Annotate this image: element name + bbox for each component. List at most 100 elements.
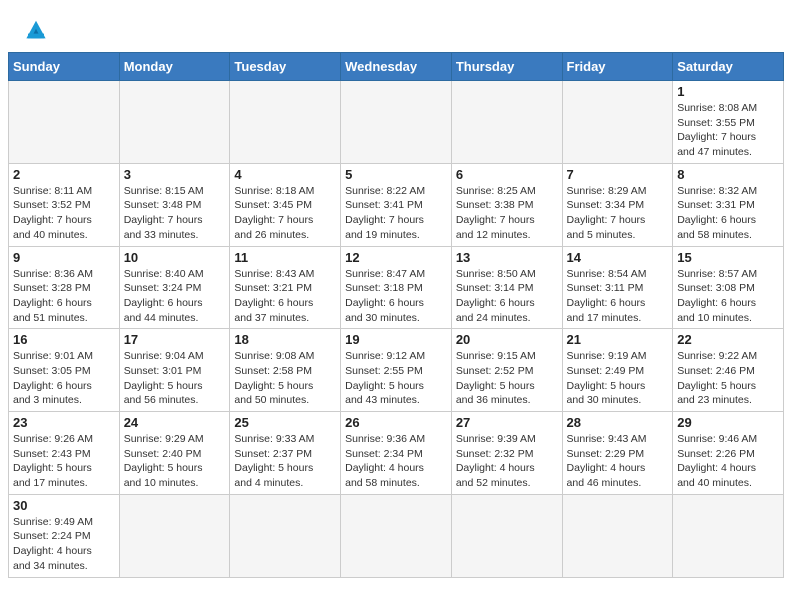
- day-info: Sunrise: 9:43 AM Sunset: 2:29 PM Dayligh…: [567, 432, 669, 491]
- week-row-0: 1 Sunrise: 8:08 AM Sunset: 3:55 PM Daylig…: [9, 81, 784, 164]
- calendar-cell: 20Sunrise: 9:15 AM Sunset: 2:52 PM Dayli…: [451, 329, 562, 412]
- calendar-cell: 23 Sunrise: 9:26 AM Sunset: 2:43 PM Dayli…: [9, 412, 120, 495]
- calendar-wrapper: SundayMondayTuesdayWednesdayThursdayFrid…: [0, 52, 792, 586]
- week-row-2: 9 Sunrise: 8:36 AM Sunset: 3:28 PM Daylig…: [9, 246, 784, 329]
- day-number: 28: [567, 415, 669, 430]
- calendar-cell: 27Sunrise: 9:39 AM Sunset: 2:32 PM Dayli…: [451, 412, 562, 495]
- calendar-cell: [230, 494, 341, 577]
- day-number: 17: [124, 332, 226, 347]
- calendar-cell: [562, 81, 673, 164]
- calendar-cell: [341, 81, 452, 164]
- day-number: 16: [13, 332, 115, 347]
- day-info: Sunrise: 9:12 AM Sunset: 2:55 PM Dayligh…: [345, 349, 447, 408]
- day-info: Sunrise: 8:18 AM Sunset: 3:45 PM Dayligh…: [234, 184, 336, 243]
- weekday-header-monday: Monday: [119, 53, 230, 81]
- calendar-cell: 10Sunrise: 8:40 AM Sunset: 3:24 PM Dayli…: [119, 246, 230, 329]
- calendar-cell: [673, 494, 784, 577]
- weekday-header-wednesday: Wednesday: [341, 53, 452, 81]
- calendar-cell: 18 Sunrise: 9:08 AM Sunset: 2:58 PM Dayli…: [230, 329, 341, 412]
- calendar-cell: [230, 81, 341, 164]
- calendar-cell: 1 Sunrise: 8:08 AM Sunset: 3:55 PM Daylig…: [673, 81, 784, 164]
- day-number: 3: [124, 167, 226, 182]
- day-info: Sunrise: 8:08 AM Sunset: 3:55 PM Dayligh…: [677, 101, 779, 160]
- day-info: Sunrise: 9:26 AM Sunset: 2:43 PM Dayligh…: [13, 432, 115, 491]
- day-number: 5: [345, 167, 447, 182]
- calendar-cell: 25 Sunrise: 9:33 AM Sunset: 2:37 PM Dayli…: [230, 412, 341, 495]
- day-number: 25: [234, 415, 336, 430]
- day-info: Sunrise: 8:29 AM Sunset: 3:34 PM Dayligh…: [567, 184, 669, 243]
- weekday-header-tuesday: Tuesday: [230, 53, 341, 81]
- day-number: 15: [677, 250, 779, 265]
- calendar-cell: [119, 81, 230, 164]
- calendar-cell: 22 Sunrise: 9:22 AM Sunset: 2:46 PM Dayli…: [673, 329, 784, 412]
- calendar-cell: 17Sunrise: 9:04 AM Sunset: 3:01 PM Dayli…: [119, 329, 230, 412]
- day-number: 9: [13, 250, 115, 265]
- day-number: 22: [677, 332, 779, 347]
- calendar-cell: 29 Sunrise: 9:46 AM Sunset: 2:26 PM Dayli…: [673, 412, 784, 495]
- weekday-header-friday: Friday: [562, 53, 673, 81]
- weekday-header-saturday: Saturday: [673, 53, 784, 81]
- day-number: 8: [677, 167, 779, 182]
- calendar-cell: 6Sunrise: 8:25 AM Sunset: 3:38 PM Daylig…: [451, 163, 562, 246]
- day-number: 7: [567, 167, 669, 182]
- day-number: 21: [567, 332, 669, 347]
- day-info: Sunrise: 9:15 AM Sunset: 2:52 PM Dayligh…: [456, 349, 558, 408]
- calendar-cell: 13 Sunrise: 8:50 AM Sunset: 3:14 PM Dayli…: [451, 246, 562, 329]
- day-info: Sunrise: 8:15 AM Sunset: 3:48 PM Dayligh…: [124, 184, 226, 243]
- calendar-cell: 12Sunrise: 8:47 AM Sunset: 3:18 PM Dayli…: [341, 246, 452, 329]
- day-info: Sunrise: 9:36 AM Sunset: 2:34 PM Dayligh…: [345, 432, 447, 491]
- calendar-cell: [9, 81, 120, 164]
- day-info: Sunrise: 9:08 AM Sunset: 2:58 PM Dayligh…: [234, 349, 336, 408]
- weekday-header-row: SundayMondayTuesdayWednesdayThursdayFrid…: [9, 53, 784, 81]
- day-number: 1: [677, 84, 779, 99]
- day-number: 29: [677, 415, 779, 430]
- day-info: Sunrise: 9:33 AM Sunset: 2:37 PM Dayligh…: [234, 432, 336, 491]
- day-number: 23: [13, 415, 115, 430]
- day-info: Sunrise: 8:25 AM Sunset: 3:38 PM Dayligh…: [456, 184, 558, 243]
- week-row-3: 16Sunrise: 9:01 AM Sunset: 3:05 PM Dayli…: [9, 329, 784, 412]
- day-info: Sunrise: 8:36 AM Sunset: 3:28 PM Dayligh…: [13, 267, 115, 326]
- day-number: 14: [567, 250, 669, 265]
- day-info: Sunrise: 8:22 AM Sunset: 3:41 PM Dayligh…: [345, 184, 447, 243]
- calendar-cell: 8Sunrise: 8:32 AM Sunset: 3:31 PM Daylig…: [673, 163, 784, 246]
- calendar-cell: 9 Sunrise: 8:36 AM Sunset: 3:28 PM Daylig…: [9, 246, 120, 329]
- day-number: 2: [13, 167, 115, 182]
- day-info: Sunrise: 9:46 AM Sunset: 2:26 PM Dayligh…: [677, 432, 779, 491]
- calendar-cell: 15 Sunrise: 8:57 AM Sunset: 3:08 PM Dayli…: [673, 246, 784, 329]
- day-number: 26: [345, 415, 447, 430]
- calendar-cell: [451, 81, 562, 164]
- logo: [20, 16, 56, 44]
- day-number: 4: [234, 167, 336, 182]
- calendar-cell: 26 Sunrise: 9:36 AM Sunset: 2:34 PM Dayli…: [341, 412, 452, 495]
- calendar: SundayMondayTuesdayWednesdayThursdayFrid…: [8, 52, 784, 578]
- calendar-cell: 19Sunrise: 9:12 AM Sunset: 2:55 PM Dayli…: [341, 329, 452, 412]
- calendar-cell: 21 Sunrise: 9:19 AM Sunset: 2:49 PM Dayli…: [562, 329, 673, 412]
- day-info: Sunrise: 9:49 AM Sunset: 2:24 PM Dayligh…: [13, 515, 115, 574]
- day-info: Sunrise: 9:39 AM Sunset: 2:32 PM Dayligh…: [456, 432, 558, 491]
- day-number: 13: [456, 250, 558, 265]
- day-info: Sunrise: 9:19 AM Sunset: 2:49 PM Dayligh…: [567, 349, 669, 408]
- logo-icon: [20, 16, 52, 44]
- day-info: Sunrise: 8:50 AM Sunset: 3:14 PM Dayligh…: [456, 267, 558, 326]
- day-info: Sunrise: 9:22 AM Sunset: 2:46 PM Dayligh…: [677, 349, 779, 408]
- calendar-cell: [341, 494, 452, 577]
- calendar-cell: [562, 494, 673, 577]
- calendar-cell: 16Sunrise: 9:01 AM Sunset: 3:05 PM Dayli…: [9, 329, 120, 412]
- header: [0, 0, 792, 52]
- calendar-cell: 11Sunrise: 8:43 AM Sunset: 3:21 PM Dayli…: [230, 246, 341, 329]
- calendar-cell: 24Sunrise: 9:29 AM Sunset: 2:40 PM Dayli…: [119, 412, 230, 495]
- day-info: Sunrise: 8:57 AM Sunset: 3:08 PM Dayligh…: [677, 267, 779, 326]
- day-number: 18: [234, 332, 336, 347]
- calendar-cell: 7 Sunrise: 8:29 AM Sunset: 3:34 PM Daylig…: [562, 163, 673, 246]
- page: SundayMondayTuesdayWednesdayThursdayFrid…: [0, 0, 792, 612]
- day-info: Sunrise: 8:11 AM Sunset: 3:52 PM Dayligh…: [13, 184, 115, 243]
- day-number: 24: [124, 415, 226, 430]
- calendar-cell: [451, 494, 562, 577]
- weekday-header-sunday: Sunday: [9, 53, 120, 81]
- calendar-cell: 30Sunrise: 9:49 AM Sunset: 2:24 PM Dayli…: [9, 494, 120, 577]
- calendar-cell: 5 Sunrise: 8:22 AM Sunset: 3:41 PM Daylig…: [341, 163, 452, 246]
- day-info: Sunrise: 8:43 AM Sunset: 3:21 PM Dayligh…: [234, 267, 336, 326]
- day-info: Sunrise: 8:54 AM Sunset: 3:11 PM Dayligh…: [567, 267, 669, 326]
- calendar-cell: 3 Sunrise: 8:15 AM Sunset: 3:48 PM Daylig…: [119, 163, 230, 246]
- week-row-5: 30Sunrise: 9:49 AM Sunset: 2:24 PM Dayli…: [9, 494, 784, 577]
